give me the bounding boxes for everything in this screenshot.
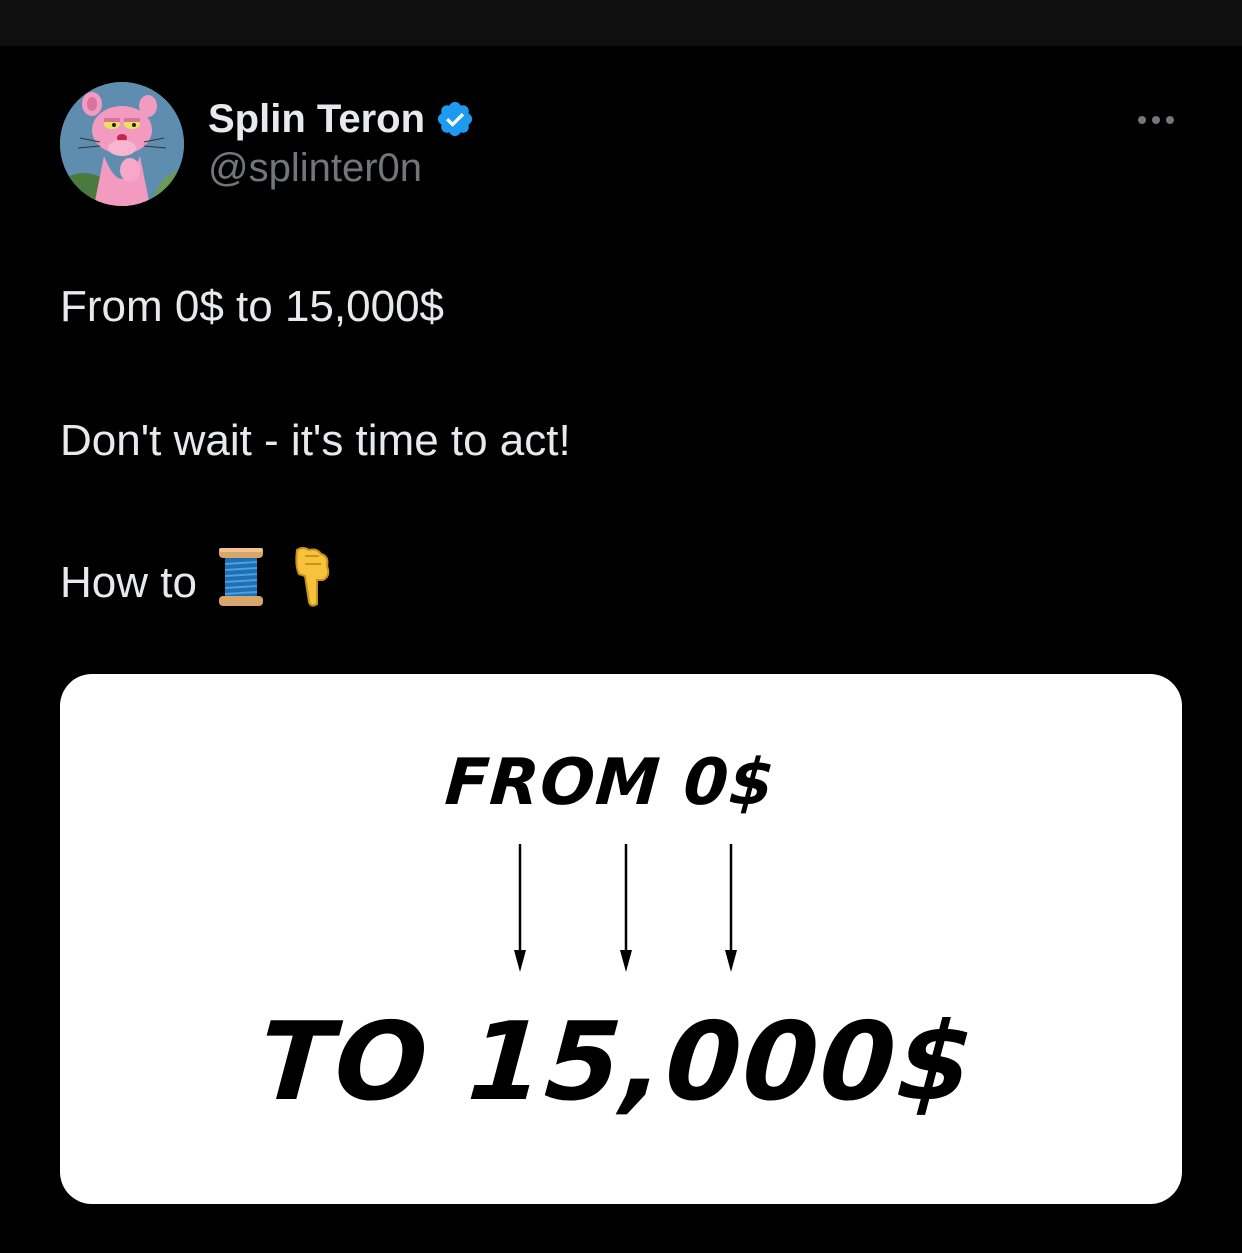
down-arrow-icon bbox=[725, 844, 737, 972]
tweet-text-line-3: How to bbox=[60, 546, 333, 619]
author-name-row[interactable]: Splin Teron bbox=[208, 94, 475, 144]
more-horizontal-icon bbox=[1138, 116, 1174, 124]
thread-spool-icon bbox=[217, 546, 265, 619]
down-arrow-icon bbox=[514, 844, 526, 972]
tweet-media-image[interactable]: FROM 0$ TO 15,000$ bbox=[60, 674, 1182, 1204]
backhand-index-pointing-down-icon bbox=[291, 546, 333, 619]
tweet-text-line-2: Don't wait - it's time to act! bbox=[60, 416, 571, 465]
top-bar bbox=[0, 0, 1242, 46]
author-display-name[interactable]: Splin Teron bbox=[208, 97, 425, 142]
media-bottom-text: TO 15,000$ bbox=[255, 1000, 979, 1125]
more-options-button[interactable] bbox=[1128, 104, 1184, 136]
down-arrow-icon bbox=[620, 844, 632, 972]
avatar[interactable] bbox=[60, 82, 184, 206]
pink-panther-avatar-image bbox=[60, 82, 184, 206]
tweet-text-how-to: How to bbox=[60, 557, 197, 607]
author-handle[interactable]: @splinter0n bbox=[208, 146, 422, 191]
verified-checkmark-icon[interactable] bbox=[435, 99, 475, 139]
tweet-text-line-1: From 0$ to 15,000$ bbox=[60, 282, 445, 331]
